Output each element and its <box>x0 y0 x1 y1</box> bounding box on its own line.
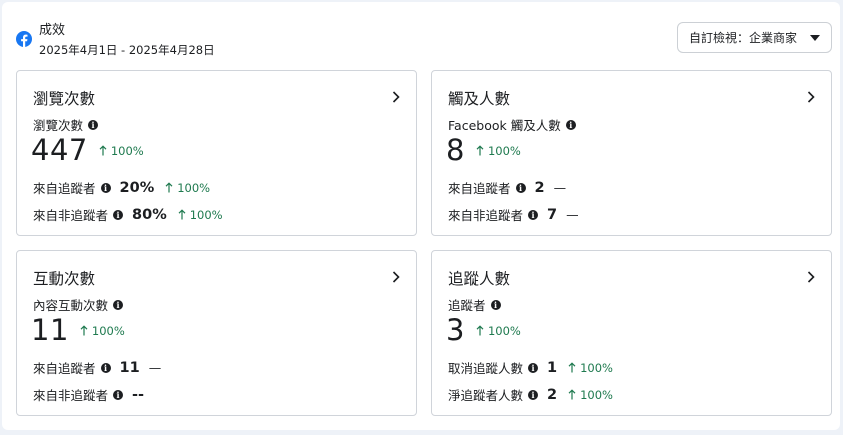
info-icon[interactable]: i <box>100 362 111 373</box>
info-icon[interactable]: i <box>113 389 124 400</box>
info-icon[interactable]: i <box>528 209 539 220</box>
card-title: 追蹤人數 <box>448 270 511 288</box>
trend-value: 100% <box>487 323 521 338</box>
info-icon[interactable]: i <box>565 119 576 130</box>
no-change-dash: — <box>553 180 567 195</box>
breakdown-label: 來自非追蹤者 <box>33 208 109 223</box>
card-title: 觸及人數 <box>448 90 511 108</box>
chevron-right-icon[interactable] <box>806 90 816 104</box>
trend-indicator: 100% <box>178 208 223 222</box>
card-interactions[interactable]: 互動次數 內容互動次數 i 11 100% 來自追蹤者 i 11 — 來自非追蹤… <box>16 250 417 416</box>
breakdown-row: 取消追蹤人數 i 1 100% <box>448 358 613 377</box>
metric-label: 內容互動次數 i <box>33 295 124 314</box>
no-change-dash: — <box>148 360 162 375</box>
breakdown-value: 2 <box>534 179 545 196</box>
info-icon[interactable]: i <box>490 299 501 310</box>
breakdown-row: 淨追蹤者人數 i 2 100% <box>448 385 613 404</box>
breakdown-value: 11 <box>119 359 140 376</box>
breakdown-label: 來自非追蹤者 <box>33 388 109 403</box>
metric-value-row: 8 100% <box>446 133 521 167</box>
breakdown-value: 80% <box>132 206 167 223</box>
card-title: 瀏覽次數 <box>33 90 96 108</box>
trend-indicator: 100% <box>568 388 613 402</box>
trend-value: 100% <box>177 180 211 195</box>
metric-value: 11 <box>31 313 69 347</box>
trend-indicator: 100% <box>476 324 521 338</box>
chevron-right-icon[interactable] <box>806 270 816 284</box>
trend-indicator: 100% <box>99 144 144 158</box>
arrow-up-icon <box>80 325 88 336</box>
breakdown-row: 來自非追蹤者 i 80% 100% <box>33 205 223 224</box>
breakdown-value: 2 <box>547 386 558 403</box>
breakdown-label: 來自追蹤者 <box>33 181 96 196</box>
breakdown-row: 來自非追蹤者 i -- <box>33 385 144 404</box>
metric-label: Facebook 觸及人數 i <box>448 115 576 134</box>
page-title: 成效 <box>39 23 66 38</box>
chevron-right-icon[interactable] <box>391 90 401 104</box>
metric-value: 3 <box>446 313 465 347</box>
metric-value: 8 <box>446 133 465 167</box>
breakdown-row: 來自追蹤者 i 2 — <box>448 178 566 197</box>
breakdown-row: 來自非追蹤者 i 7 — <box>448 205 579 224</box>
breakdown-label: 淨追蹤者人數 <box>448 388 524 403</box>
caret-down-icon <box>810 35 820 41</box>
card-views[interactable]: 瀏覽次數 瀏覽次數 i 447 100% 來自追蹤者 i 20% 100% 來自… <box>16 70 417 236</box>
breakdown-label: 來自非追蹤者 <box>448 208 524 223</box>
trend-value: 100% <box>580 387 613 402</box>
breakdown-row: 來自追蹤者 i 11 — <box>33 358 161 377</box>
info-icon[interactable]: i <box>88 119 99 130</box>
results-panel: 成效 2025年4月1日 - 2025年4月28日 自訂檢視：企業商家 瀏覽次數… <box>2 2 840 430</box>
trend-value: 100% <box>91 323 125 338</box>
info-icon[interactable]: i <box>100 182 111 193</box>
metric-label-text: 瀏覽次數 <box>33 118 84 133</box>
breakdown-value: -- <box>132 386 145 403</box>
breakdown-value: 7 <box>547 206 558 223</box>
panel-header: 成效 2025年4月1日 - 2025年4月28日 自訂檢視：企業商家 <box>2 2 840 62</box>
arrow-up-icon <box>165 182 173 193</box>
breakdown-label: 來自追蹤者 <box>448 181 511 196</box>
trend-indicator: 100% <box>80 324 125 338</box>
chevron-right-icon[interactable] <box>391 270 401 284</box>
card-reach[interactable]: 觸及人數 Facebook 觸及人數 i 8 100% 來自追蹤者 i 2 — … <box>431 70 832 236</box>
no-change-dash: — <box>566 207 579 222</box>
metric-label: 瀏覽次數 i <box>33 115 99 134</box>
arrow-up-icon <box>178 209 186 220</box>
metric-label: 追蹤者 i <box>448 295 501 314</box>
trend-indicator: 100% <box>568 361 613 375</box>
breakdown-value: 1 <box>547 359 558 376</box>
breakdown-row: 來自追蹤者 i 20% 100% <box>33 178 210 197</box>
date-range: 2025年4月1日 - 2025年4月28日 <box>39 43 215 57</box>
breakdown-label: 取消追蹤人數 <box>448 361 524 376</box>
breakdown-value: 20% <box>119 179 155 196</box>
card-followers[interactable]: 追蹤人數 追蹤者 i 3 100% 取消追蹤人數 i 1 100% 淨追蹤者人數 <box>431 250 832 416</box>
info-icon[interactable]: i <box>528 362 539 373</box>
metric-value-row: 3 100% <box>446 313 521 347</box>
facebook-icon <box>16 31 32 47</box>
trend-value: 100% <box>189 207 223 222</box>
trend-indicator: 100% <box>165 181 210 195</box>
info-icon[interactable]: i <box>515 182 526 193</box>
metric-value-row: 11 100% <box>31 313 125 347</box>
trend-value: 100% <box>580 360 613 375</box>
breakdown-label: 來自追蹤者 <box>33 361 96 376</box>
info-icon[interactable]: i <box>528 389 539 400</box>
metric-label-text: 追蹤者 <box>448 298 486 313</box>
metric-value-row: 447 100% <box>31 133 144 167</box>
arrow-up-icon <box>568 389 576 400</box>
arrow-up-icon <box>476 325 484 336</box>
arrow-up-icon <box>99 145 107 156</box>
trend-value: 100% <box>487 143 521 158</box>
custom-view-label: 自訂檢視：企業商家 <box>689 31 798 45</box>
custom-view-dropdown[interactable]: 自訂檢視：企業商家 <box>677 22 832 53</box>
trend-indicator: 100% <box>476 144 521 158</box>
info-icon[interactable]: i <box>113 299 124 310</box>
metric-label-text: 內容互動次數 <box>33 298 109 313</box>
arrow-up-icon <box>568 362 576 373</box>
card-title: 互動次數 <box>33 270 96 288</box>
info-icon[interactable]: i <box>113 209 124 220</box>
arrow-up-icon <box>476 145 484 156</box>
metric-value: 447 <box>31 133 88 167</box>
metric-label-text: Facebook 觸及人數 <box>448 118 561 133</box>
trend-value: 100% <box>110 143 144 158</box>
